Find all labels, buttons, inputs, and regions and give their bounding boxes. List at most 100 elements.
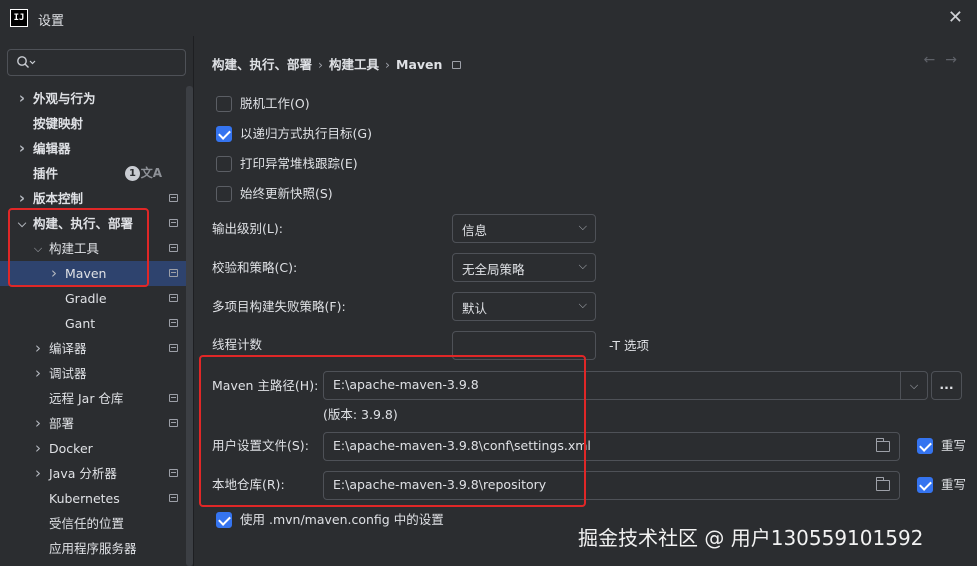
chevron-down-icon[interactable]: ⌵ — [16, 211, 28, 236]
breadcrumb-build-tools[interactable]: 构建工具 — [329, 54, 379, 73]
project-scope-icon — [169, 344, 178, 352]
project-scope-icon — [452, 61, 462, 69]
window-title: 设置 — [38, 14, 65, 29]
always-update-checkbox[interactable] — [216, 186, 232, 202]
chevron-right-icon[interactable]: › — [32, 436, 44, 461]
translate-icon: 文A — [140, 166, 162, 180]
sidebar-item-label: Maven — [65, 266, 107, 281]
chevron-right-icon[interactable]: › — [32, 336, 44, 361]
chevron-right-icon[interactable]: › — [16, 136, 28, 161]
watermark-text: 掘金技术社区 @ 用户130559101592 — [578, 526, 924, 550]
chevron-down-icon: ⌵ — [578, 220, 587, 233]
sidebar-item-2[interactable]: › 编辑器 — [0, 136, 186, 161]
sidebar-item-5[interactable]: ⌵ 构建、执行、部署 — [0, 211, 186, 236]
chevron-down-icon[interactable]: ⌵ — [900, 372, 927, 399]
sidebar-item-label: 远程 Jar 仓库 — [49, 391, 124, 406]
browse-maven-home-button[interactable]: ... — [931, 371, 962, 400]
chevron-right-icon[interactable]: › — [16, 186, 28, 211]
sidebar-item-15[interactable]: › Java 分析器 — [0, 461, 186, 486]
sidebar-item-label: 版本控制 — [33, 191, 84, 206]
maven-home-value: E:\apache-maven-3.9.8 — [333, 377, 479, 392]
sidebar-item-label: 编译器 — [49, 341, 87, 356]
sidebar-scrollbar[interactable] — [186, 86, 193, 566]
sidebar-item-label: Docker — [49, 441, 93, 456]
multiproject-fail-value: 默认 — [462, 301, 488, 316]
project-scope-icon — [169, 419, 178, 427]
sidebar-item-1[interactable]: 按键映射 — [0, 111, 186, 136]
sidebar-item-4[interactable]: › 版本控制 — [0, 186, 186, 211]
maven-home-label: Maven 主路径(H): — [212, 378, 319, 393]
local-repo-label: 本地仓库(R): — [212, 477, 285, 492]
chevron-right-icon[interactable]: › — [48, 261, 60, 286]
sidebar-item-label: 插件 — [33, 166, 59, 181]
checksum-policy-dropdown[interactable]: 无全局策略 ⌵ — [452, 253, 596, 282]
sidebar-item-label: 构建工具 — [49, 241, 100, 256]
navigation-arrows: ←→ — [924, 52, 967, 68]
folder-icon[interactable] — [876, 438, 890, 452]
recursive-checkbox[interactable] — [216, 126, 232, 142]
offline-checkbox[interactable] — [216, 96, 232, 112]
sidebar-item-label: 外观与行为 — [33, 91, 96, 106]
maven-home-combo[interactable]: E:\apache-maven-3.9.8 ⌵ — [323, 371, 928, 400]
output-level-dropdown[interactable]: 信息 ⌵ — [452, 214, 596, 243]
sidebar-item-0[interactable]: › 外观与行为 — [0, 86, 186, 111]
sidebar-item-17[interactable]: 受信任的位置 — [0, 511, 186, 536]
project-scope-icon — [169, 469, 178, 477]
print-stack-checkbox[interactable] — [216, 156, 232, 172]
multiproject-fail-label: 多项目构建失败策略(F): — [212, 299, 346, 314]
sidebar-item-label: 部署 — [49, 416, 75, 431]
multiproject-fail-dropdown[interactable]: 默认 ⌵ — [452, 292, 596, 321]
sidebar-item-16[interactable]: Kubernetes — [0, 486, 186, 511]
back-arrow-icon[interactable]: ← — [924, 52, 946, 68]
chevron-right-icon[interactable]: › — [32, 461, 44, 486]
updates-badge: 1 — [125, 166, 140, 181]
sidebar-item-14[interactable]: › Docker — [0, 436, 186, 461]
close-icon[interactable]: ✕ — [948, 7, 963, 28]
sidebar-item-3[interactable]: 插件 1 文A — [0, 161, 186, 186]
sidebar-item-13[interactable]: › 部署 — [0, 411, 186, 436]
user-settings-override-checkbox[interactable] — [917, 438, 933, 454]
sidebar-item-11[interactable]: › 调试器 — [0, 361, 186, 386]
sidebar-item-9[interactable]: Gant — [0, 311, 186, 336]
sidebar-item-8[interactable]: Gradle — [0, 286, 186, 311]
thread-count-input[interactable] — [452, 331, 596, 360]
settings-sidebar: › 外观与行为按键映射 › 编辑器插件 1 文A › 版本控制 ⌵ 构建、执行、部署 ⌵ 构建工具 › M… — [0, 36, 194, 566]
checksum-policy-value: 无全局策略 — [462, 262, 525, 277]
chevron-down-icon[interactable]: ⌵ — [32, 236, 44, 261]
sidebar-item-label: Java 分析器 — [49, 466, 117, 481]
thread-count-suffix: -T 选项 — [609, 338, 649, 353]
project-scope-icon — [169, 219, 178, 227]
local-repo-override-checkbox[interactable] — [917, 477, 933, 493]
recursive-label: 以递归方式执行目标(G) — [240, 126, 372, 141]
chevron-right-icon[interactable]: › — [32, 361, 44, 386]
sidebar-item-label: Gant — [65, 316, 96, 331]
settings-search-input[interactable] — [7, 49, 186, 76]
use-mvn-config-checkbox[interactable] — [216, 512, 232, 528]
sidebar-item-label: Gradle — [65, 291, 107, 306]
local-repo-input[interactable]: E:\apache-maven-3.9.8\repository — [323, 471, 900, 500]
override-label: 重写 — [941, 477, 967, 492]
thread-count-label: 线程计数 — [212, 337, 263, 352]
breadcrumb-build-execution-deployment[interactable]: 构建、执行、部署 — [212, 54, 312, 73]
user-settings-input[interactable]: E:\apache-maven-3.9.8\conf\settings.xml — [323, 432, 900, 461]
user-settings-label: 用户设置文件(S): — [212, 438, 309, 453]
sidebar-item-6[interactable]: ⌵ 构建工具 — [0, 236, 186, 261]
sidebar-item-label: 构建、执行、部署 — [33, 216, 134, 231]
sidebar-item-10[interactable]: › 编译器 — [0, 336, 186, 361]
breadcrumb-maven: Maven — [396, 57, 443, 72]
sidebar-item-label: 应用程序服务器 — [49, 541, 137, 556]
chevron-right-icon[interactable]: › — [32, 411, 44, 436]
chevron-down-icon: ⌵ — [578, 259, 587, 272]
sidebar-item-7[interactable]: › Maven — [0, 261, 186, 286]
chevron-right-icon[interactable]: › — [16, 86, 28, 111]
always-update-label: 始终更新快照(S) — [240, 186, 333, 201]
use-mvn-config-label: 使用 .mvn/maven.config 中的设置 — [240, 512, 444, 527]
project-scope-icon — [169, 244, 178, 252]
project-scope-icon — [169, 319, 178, 327]
sidebar-item-18[interactable]: 应用程序服务器 — [0, 536, 186, 561]
sidebar-item-12[interactable]: 远程 Jar 仓库 — [0, 386, 186, 411]
maven-version-text: (版本: 3.9.8) — [323, 407, 398, 422]
folder-icon[interactable] — [876, 477, 890, 491]
settings-tree: › 外观与行为按键映射 › 编辑器插件 1 文A › 版本控制 ⌵ 构建、执行、部署 ⌵ 构建工具 › M… — [0, 86, 186, 561]
forward-arrow-icon[interactable]: → — [945, 52, 967, 68]
